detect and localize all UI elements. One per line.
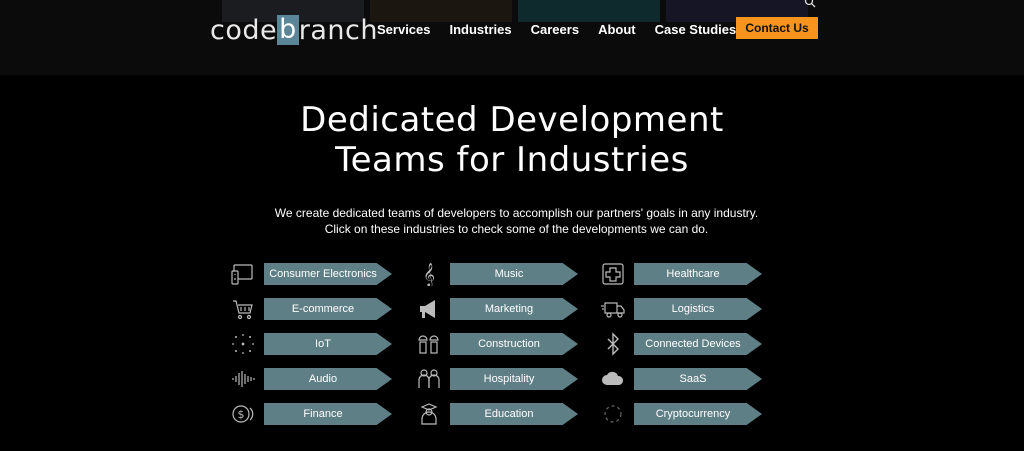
page-title-line2: Teams for Industries (335, 140, 689, 180)
industry-label: Healthcare (634, 263, 762, 285)
workers-icon (416, 332, 442, 356)
industry-label: Logistics (634, 298, 762, 320)
header-thumbnail (370, 0, 512, 22)
logo-box-letter: b (277, 14, 299, 45)
subtitle-line1: We create dedicated teams of developers … (274, 206, 759, 220)
header-thumbnail (518, 0, 660, 22)
logo[interactable]: code b ranch (210, 14, 378, 46)
industry-label: E-commerce (264, 298, 392, 320)
site-header: code b ranch Services Industries Careers A… (0, 0, 1024, 75)
industry-label: SaaS (634, 368, 762, 390)
logo-text-left: code (210, 14, 278, 46)
logo-text-right: ranch (298, 14, 378, 46)
contact-us-button[interactable]: Contact Us (736, 17, 818, 39)
industry-label: Hospitality (450, 368, 578, 390)
nav-services[interactable]: Services (377, 22, 431, 37)
industry-label: Cryptocurrency (634, 403, 762, 425)
truck-icon (600, 297, 626, 321)
coins-icon: $ (230, 402, 256, 426)
svg-text:$: $ (238, 408, 245, 421)
page-title-line1: Dedicated Development (300, 100, 724, 140)
network-dots-icon (230, 332, 256, 356)
medical-cross-icon (600, 262, 626, 286)
teacher-icon (416, 402, 442, 426)
page-subtitle: We create dedicated teams of developers … (0, 205, 1024, 237)
industry-label: IoT (264, 333, 392, 355)
nav-industries[interactable]: Industries (450, 22, 512, 37)
subtitle-line2: Click on these industries to check some … (324, 222, 709, 236)
nav-case-studies[interactable]: Case Studies (655, 22, 737, 37)
shopping-cart-icon (230, 297, 256, 321)
search-icon[interactable] (804, 0, 816, 8)
industry-label: Consumer Electronics (264, 263, 392, 285)
sound-wave-icon (230, 367, 256, 391)
svg-text:𝄞: 𝄞 (423, 262, 435, 286)
industry-label: Education (450, 403, 578, 425)
people-icon (416, 367, 442, 391)
industry-label: Construction (450, 333, 578, 355)
industry-label: Connected Devices (634, 333, 762, 355)
nav-careers[interactable]: Careers (531, 22, 579, 37)
cloud-icon (600, 367, 626, 391)
tv-remote-icon (230, 262, 256, 286)
industry-label: Audio (264, 368, 392, 390)
industry-label: Music (450, 263, 578, 285)
main-nav: Services Industries Careers About Case S… (377, 22, 755, 37)
megaphone-icon (416, 297, 442, 321)
crypto-icon (600, 402, 626, 426)
treble-clef-icon: 𝄞 (416, 262, 442, 286)
bluetooth-icon (600, 332, 626, 356)
industry-label: Finance (264, 403, 392, 425)
industry-label: Marketing (450, 298, 578, 320)
industries-grid: Consumer Electronics E-commerce IoT Audi… (230, 262, 770, 432)
page-title: Dedicated Development Teams for Industri… (0, 100, 1024, 180)
nav-about[interactable]: About (598, 22, 636, 37)
